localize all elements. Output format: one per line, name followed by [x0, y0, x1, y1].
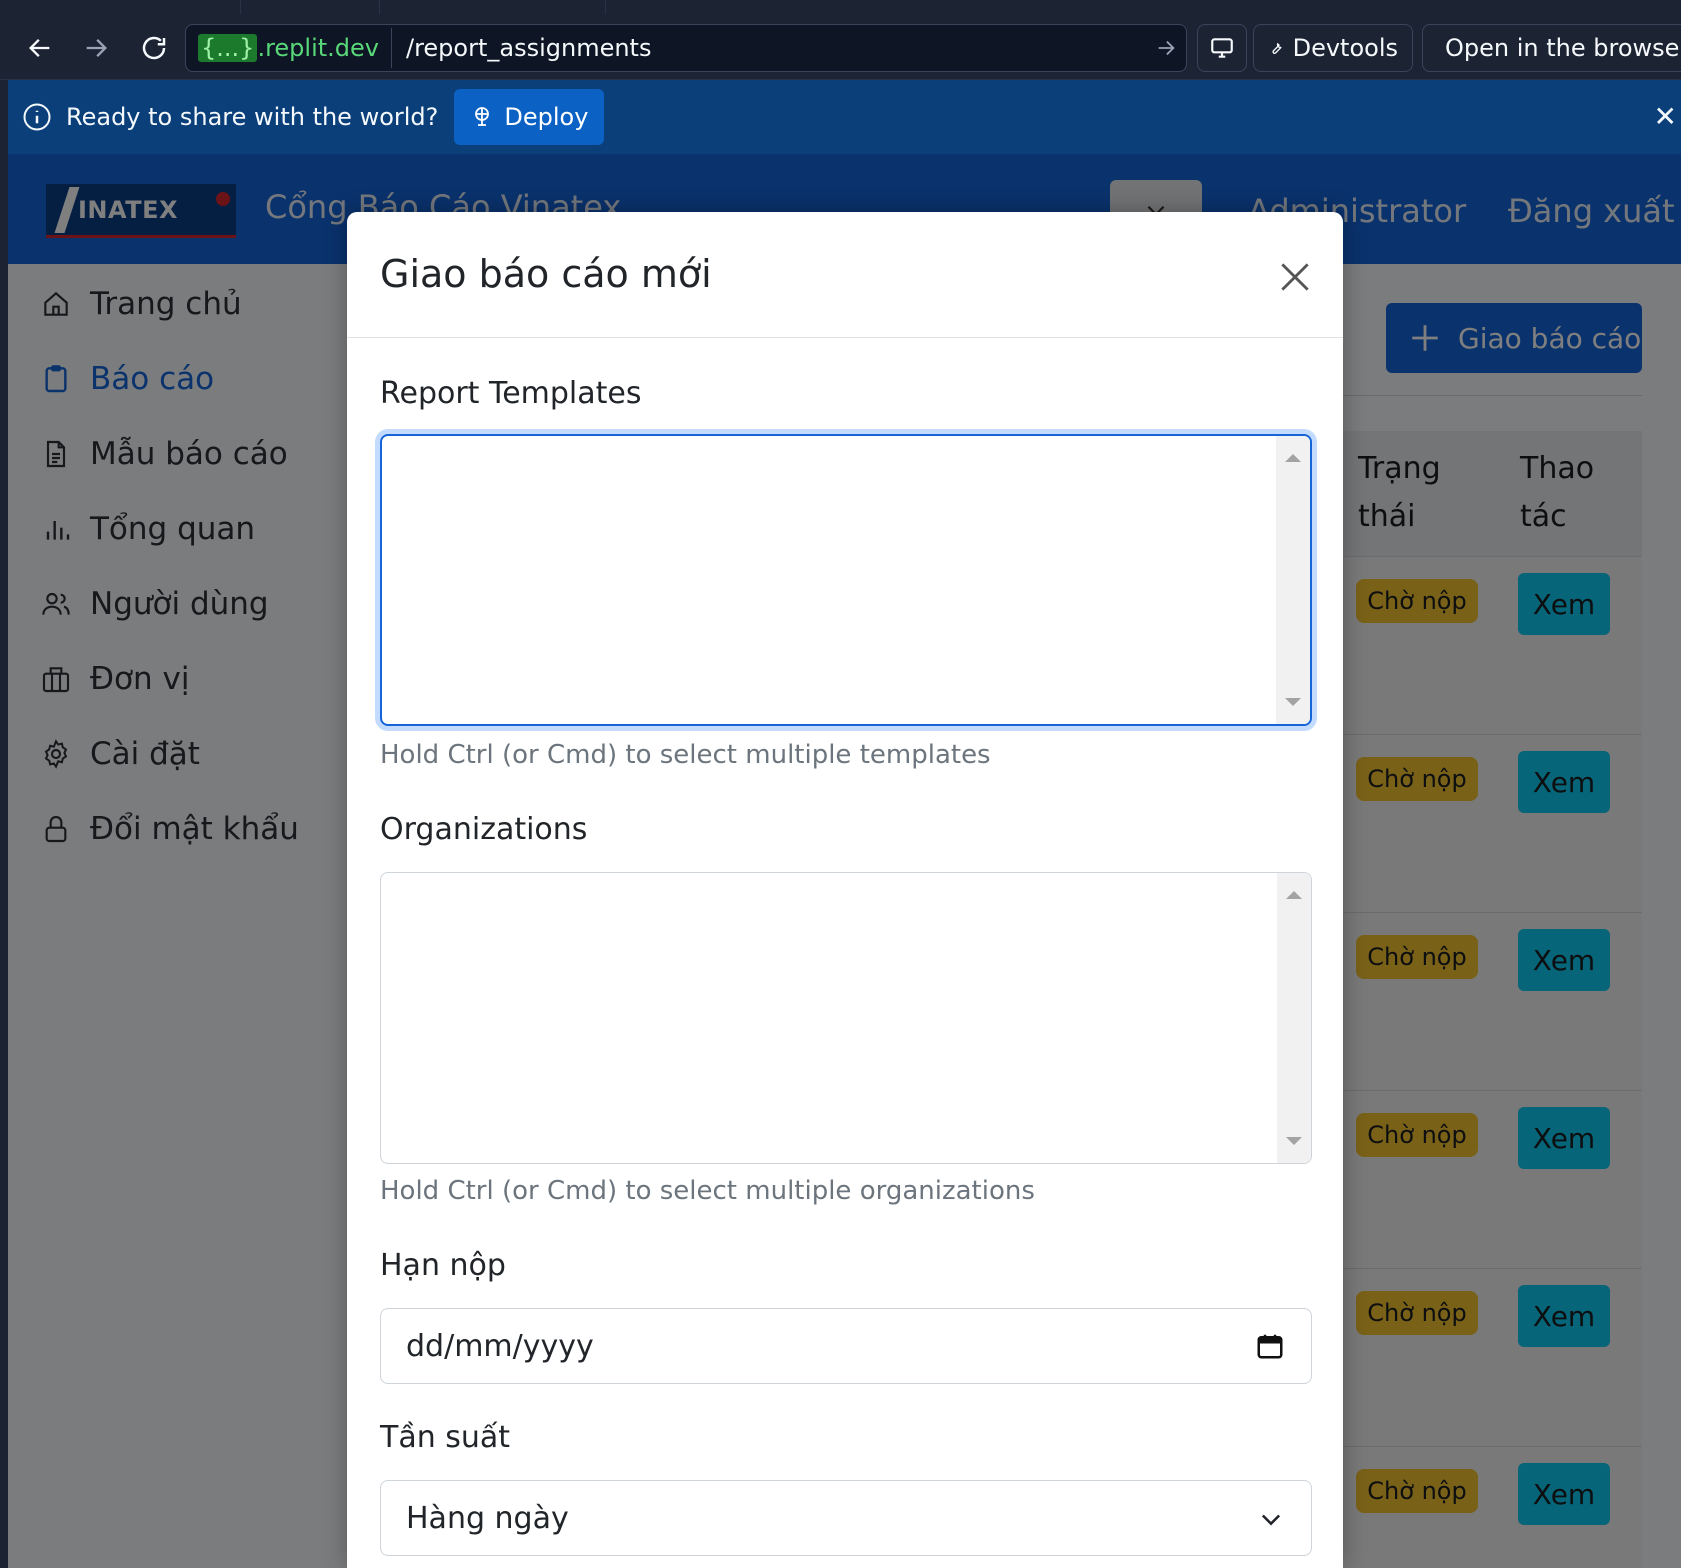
organizations-label: Organizations [380, 812, 588, 847]
deploy-close-button[interactable]: ✕ [1654, 100, 1677, 133]
organizations-multiselect[interactable] [380, 872, 1312, 1164]
arrow-left-icon [29, 39, 50, 57]
wrench-icon [1272, 42, 1282, 54]
modal-close-button[interactable] [1270, 252, 1320, 302]
deploy-message: Ready to share with the world? [66, 103, 439, 131]
monitor-icon [1211, 38, 1233, 58]
templates-help: Hold Ctrl (or Cmd) to select multiple te… [380, 740, 991, 770]
close-icon [1281, 263, 1309, 291]
browser-tab[interactable] [240, 0, 380, 14]
deploy-icon [475, 107, 490, 126]
browser-toolbar: {...} .replit.dev /report_assignments Dev… [0, 0, 1681, 80]
navigate-button[interactable] [1146, 37, 1186, 59]
deploy-button[interactable]: Deploy [454, 89, 605, 145]
calendar-icon[interactable] [1255, 1331, 1285, 1361]
assign-report-modal: Giao báo cáo mới Report Templates Hold C… [347, 212, 1343, 1568]
info-icon [23, 103, 51, 131]
deploy-label: Deploy [504, 103, 589, 131]
deploy-banner: Ready to share with the world? Deploy ✕ [8, 80, 1681, 154]
open-browser-label: Open in the browser [1445, 34, 1681, 62]
scroll-down-arrow[interactable] [1286, 1137, 1302, 1145]
scrollbar[interactable] [1277, 873, 1311, 1163]
reload-button[interactable] [134, 28, 174, 68]
modal-header: Giao báo cáo mới [347, 212, 1343, 338]
url-host-text: .replit.dev [257, 34, 379, 62]
back-button[interactable] [20, 28, 60, 68]
deadline-label: Hạn nộp [380, 1248, 506, 1283]
url-host-prefix: {...} [198, 34, 258, 62]
url-host: {...} .replit.dev [192, 28, 392, 68]
forward-button[interactable] [76, 28, 116, 68]
templates-multiselect[interactable] [380, 434, 1312, 726]
scroll-up-arrow[interactable] [1285, 454, 1301, 462]
modal-title: Giao báo cáo mới [380, 252, 712, 296]
tab-strip [0, 0, 1681, 14]
organizations-help: Hold Ctrl (or Cmd) to select multiple or… [380, 1176, 1035, 1206]
address-bar[interactable]: {...} .replit.dev /report_assignments [185, 24, 1187, 72]
templates-label: Report Templates [380, 376, 642, 411]
deadline-date-input[interactable]: dd/mm/yyyy [380, 1308, 1312, 1384]
device-preview-button[interactable] [1197, 24, 1247, 72]
scrollbar[interactable] [1276, 436, 1310, 724]
chevron-down-icon [1261, 1514, 1281, 1526]
devtools-label: Devtools [1292, 34, 1398, 62]
browser-tab[interactable] [605, 0, 1681, 14]
frequency-label: Tần suất [380, 1420, 511, 1455]
open-in-browser-button[interactable]: Open in the browser [1422, 24, 1681, 72]
url-path: /report_assignments [405, 34, 652, 62]
frequency-value: Hàng ngày [406, 1500, 569, 1536]
arrow-right-icon [86, 39, 107, 57]
deadline-placeholder: dd/mm/yyyy [406, 1328, 594, 1364]
devtools-button[interactable]: Devtools [1253, 24, 1413, 72]
scroll-up-arrow[interactable] [1286, 891, 1302, 899]
arrow-right-icon [1158, 40, 1175, 56]
scroll-down-arrow[interactable] [1285, 698, 1301, 706]
frequency-select[interactable]: Hàng ngày [380, 1480, 1312, 1556]
reload-icon [142, 36, 166, 60]
